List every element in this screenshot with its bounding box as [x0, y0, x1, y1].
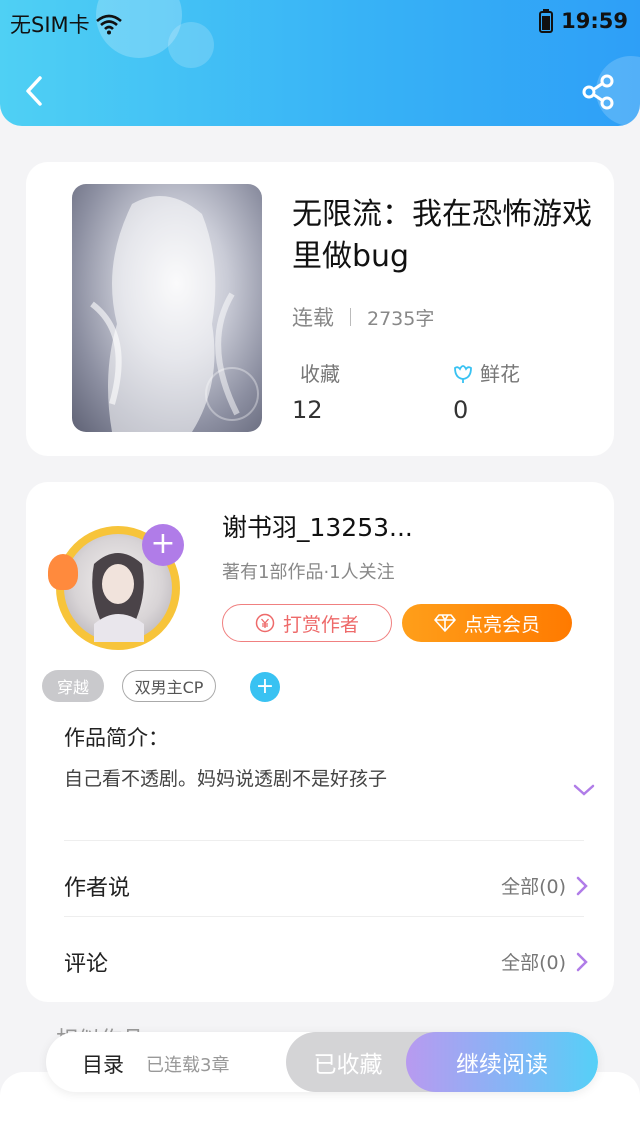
battery-icon: [539, 9, 554, 33]
book-meta: 连载 2735字: [292, 302, 434, 332]
diamond-icon: [434, 614, 456, 632]
chapter-count: 已连载3章: [146, 1055, 230, 1076]
serial-status: 连载: [292, 306, 334, 330]
flowers-label[interactable]: 鲜花: [452, 358, 520, 387]
share-icon[interactable]: [580, 74, 618, 110]
coin-icon: [255, 613, 275, 633]
collected-label: 已收藏: [313, 1052, 383, 1078]
favorites-count: 12: [292, 396, 323, 424]
book-cover-image[interactable]: [72, 184, 262, 432]
add-tag-button[interactable]: +: [250, 672, 280, 702]
favorites-label-text: 收藏: [300, 362, 340, 386]
bottom-action-bar: 目录 已连载3章 已收藏 继续阅读: [46, 1032, 598, 1092]
divider: [64, 840, 584, 841]
top-header: 无SIM卡 19:59: [0, 0, 640, 126]
favorites-label: 收藏: [300, 358, 340, 387]
flowers-label-text: 鲜花: [480, 362, 520, 386]
follow-author-button[interactable]: +: [142, 524, 184, 566]
author-name[interactable]: 谢书羽_13253...: [222, 508, 413, 544]
time-text: 19:59: [561, 9, 628, 33]
tip-author-button[interactable]: 打赏作者: [222, 604, 392, 642]
chevron-right-icon: [576, 876, 588, 895]
flower-icon: [454, 364, 472, 383]
wifi-icon: [95, 14, 122, 35]
book-info-card: 无限流：我在恐怖游戏里做bug 连载 2735字 收藏 12 鲜花 0: [26, 162, 614, 456]
author-meta: 著有1部作品·1人关注: [222, 562, 395, 583]
chevron-down-icon[interactable]: [572, 782, 596, 798]
avatar-decor-heart: [48, 554, 78, 590]
intro-title: 作品简介：: [64, 726, 169, 750]
comments-all-label: 全部(0): [501, 952, 566, 974]
status-bar-left: 无SIM卡: [10, 9, 124, 39]
book-title: 无限流：我在恐怖游戏里做bug: [292, 197, 592, 274]
vip-button[interactable]: 点亮会员: [402, 604, 572, 642]
toc-button[interactable]: 目录: [82, 1049, 124, 1079]
comments-label: 评论: [64, 952, 109, 977]
tag-chip[interactable]: 双男主CP: [122, 670, 216, 702]
author-says-all-label: 全部(0): [501, 876, 566, 898]
tip-author-label: 打赏作者: [282, 613, 359, 636]
intro-text: 自己看不透剧。妈妈说透剧不是好孩子: [64, 768, 388, 790]
word-count: 2735字: [367, 307, 435, 330]
author-detail-card: + 谢书羽_13253... 著有1部作品·1人关注 打赏作者 点亮会员 穿越 …: [26, 482, 614, 1002]
comments-all-link[interactable]: 全部(0): [501, 948, 588, 975]
decor-bubble: [168, 22, 214, 68]
tag-chip[interactable]: 穿越: [42, 670, 104, 702]
vip-label: 点亮会员: [463, 613, 540, 636]
flowers-count: 0: [453, 396, 469, 424]
cover-illustration: [90, 196, 259, 432]
carrier-text: 无SIM卡: [10, 13, 90, 37]
meta-divider: [350, 308, 351, 326]
author-says-label: 作者说: [64, 876, 131, 901]
continue-reading-label: 继续阅读: [456, 1052, 548, 1078]
continue-reading-button[interactable]: 继续阅读: [406, 1032, 598, 1092]
status-bar-right: 19:59: [539, 9, 628, 33]
chevron-right-icon: [576, 952, 588, 971]
author-says-all-link[interactable]: 全部(0): [501, 872, 588, 899]
divider: [64, 916, 584, 917]
back-icon[interactable]: [20, 72, 50, 110]
